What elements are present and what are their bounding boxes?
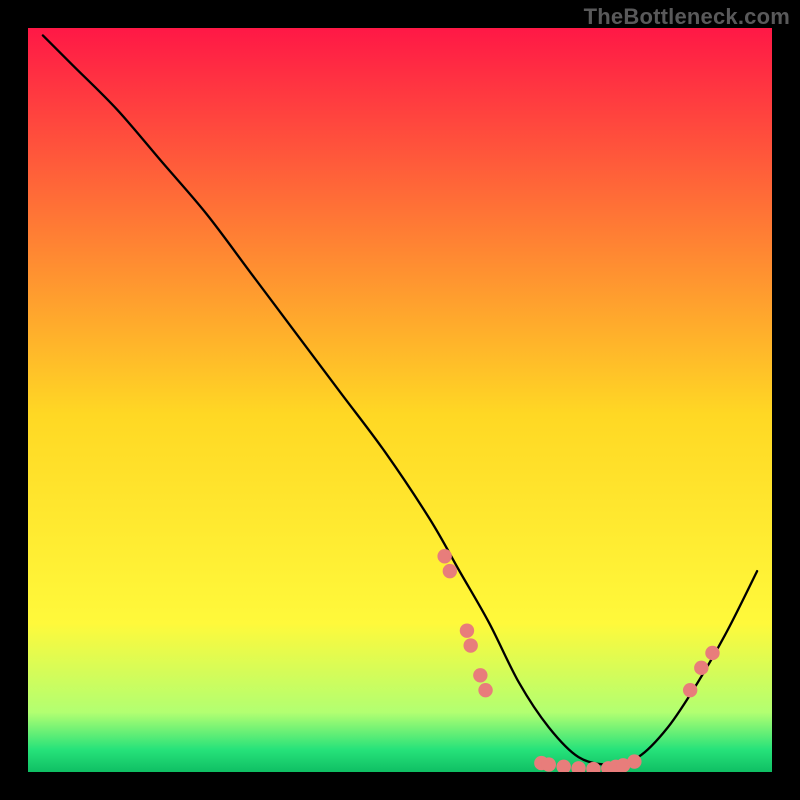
data-marker — [627, 754, 641, 768]
plot-svg — [28, 28, 772, 772]
data-marker — [443, 564, 457, 578]
data-marker — [705, 646, 719, 660]
data-marker — [437, 549, 451, 563]
data-marker — [694, 661, 708, 675]
data-marker — [683, 683, 697, 697]
data-marker — [463, 638, 477, 652]
data-marker — [473, 668, 487, 682]
plot-area — [28, 28, 772, 772]
chart-root: TheBottleneck.com — [0, 0, 800, 800]
gradient-background — [28, 28, 772, 772]
data-marker — [478, 683, 492, 697]
data-marker — [460, 623, 474, 637]
data-marker — [542, 757, 556, 771]
attribution-label: TheBottleneck.com — [584, 4, 790, 30]
